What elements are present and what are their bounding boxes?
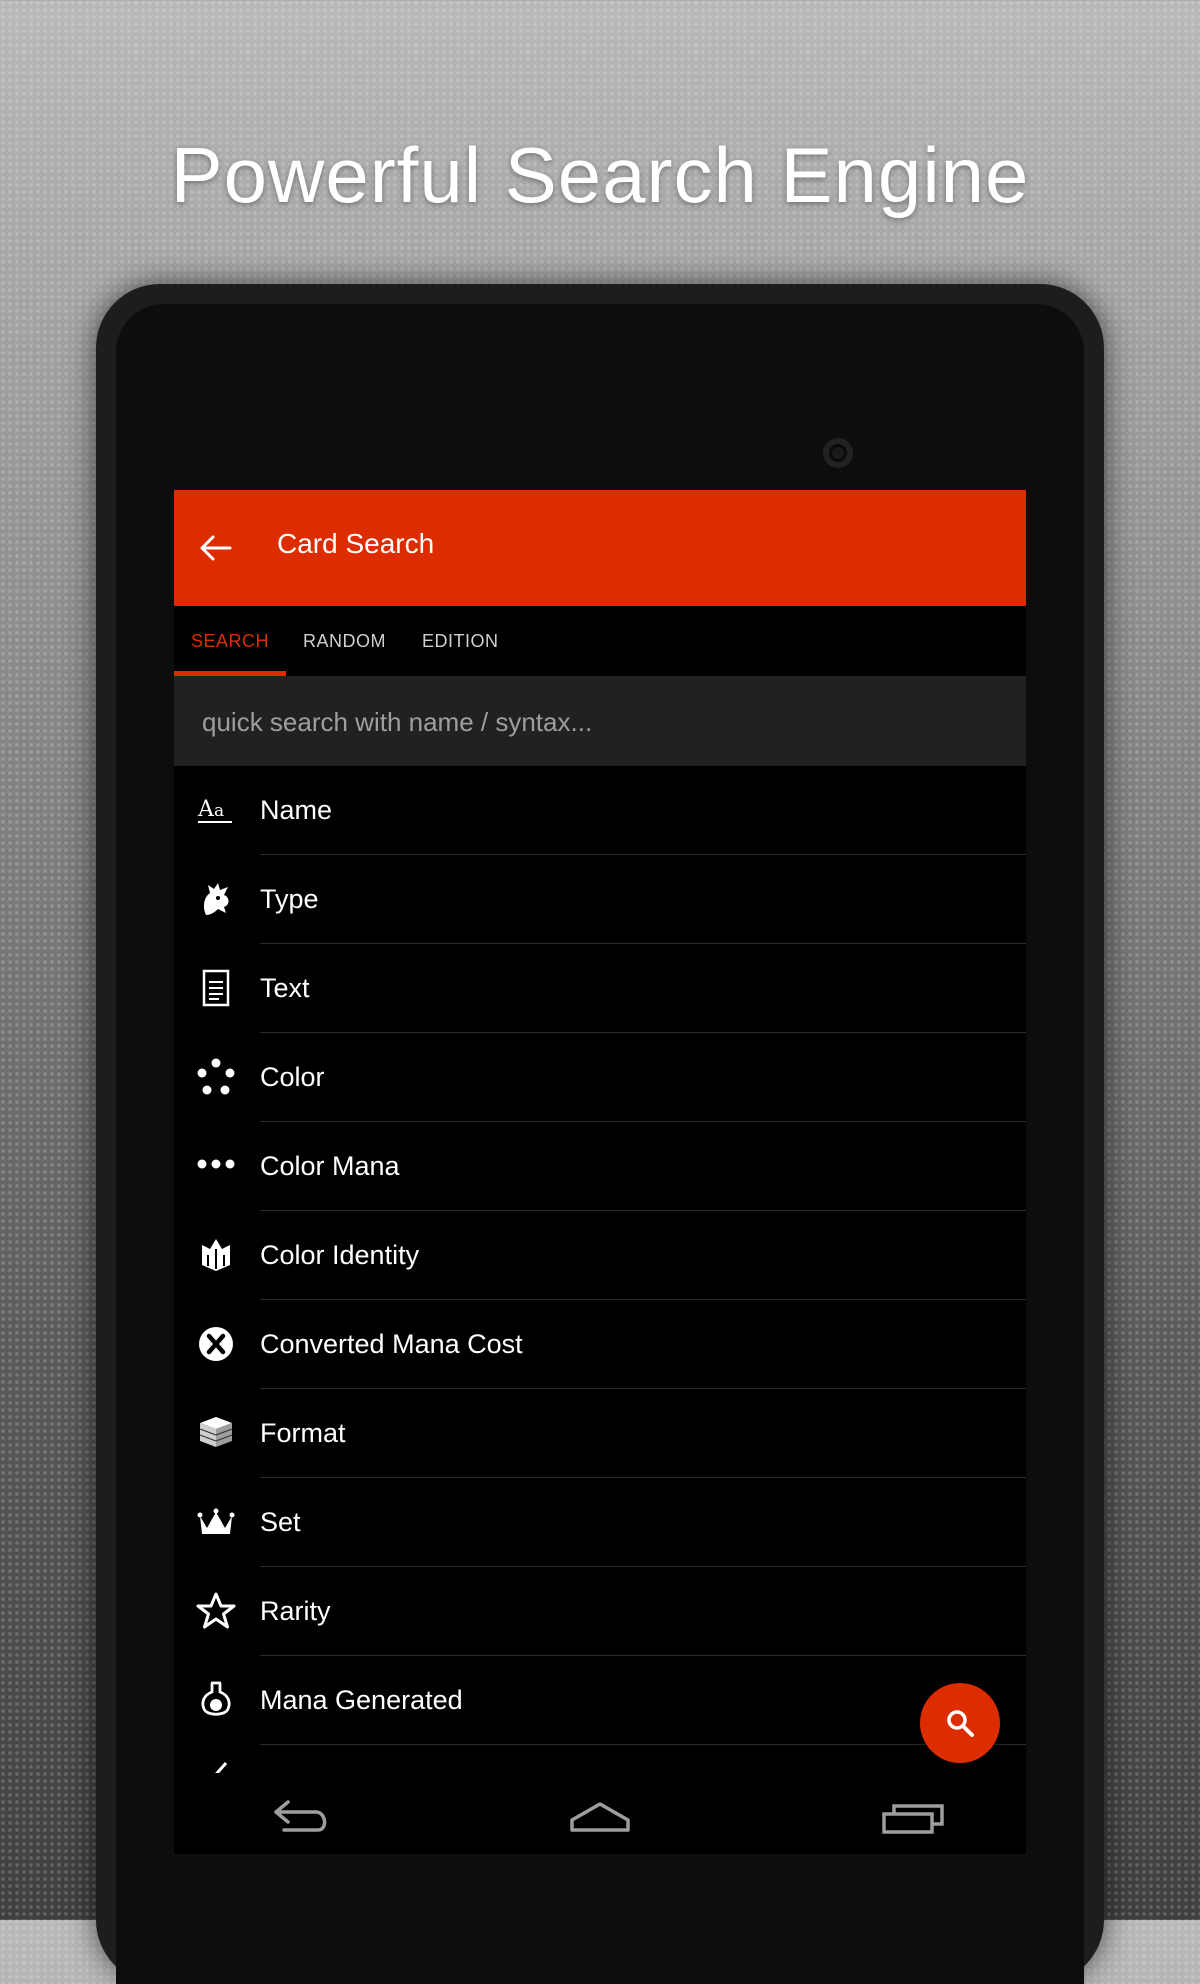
list-item-label: Format: [260, 1418, 346, 1448]
x-circle-icon: [199, 1327, 233, 1361]
list-item-rarity[interactable]: Rarity: [174, 1567, 1026, 1656]
dragon-icon: [203, 883, 229, 915]
quick-search-box: [174, 676, 1026, 768]
card-stack-icon: [199, 1417, 233, 1447]
nav-recents-icon[interactable]: [874, 1790, 954, 1846]
quick-search-input[interactable]: [200, 676, 1004, 768]
list-item-label: Name: [260, 795, 333, 825]
list-item-label: Color: [260, 1062, 325, 1092]
svg-text:A: A: [197, 797, 215, 822]
crown-icon: [197, 1508, 235, 1534]
list-item-color[interactable]: Color: [174, 1033, 1026, 1122]
list-item-mana-generated[interactable]: Mana Generated: [174, 1656, 1026, 1745]
five-dots-icon: [197, 1058, 235, 1095]
list-item-label: Color Mana: [260, 1151, 400, 1181]
list-item-label: Rarity: [260, 1596, 331, 1626]
nav-home-icon[interactable]: [560, 1790, 640, 1846]
search-icon: [947, 1710, 974, 1737]
app-bar: Card Search: [174, 490, 1026, 606]
svg-text:a: a: [214, 801, 224, 821]
back-arrow-icon[interactable]: [200, 534, 234, 562]
list-item-label: Color Identity: [260, 1240, 420, 1270]
list-item-converted-mana-cost[interactable]: Converted Mana Cost: [174, 1300, 1026, 1389]
list-item-color-mana[interactable]: Color Mana: [174, 1122, 1026, 1211]
quill-icon: [215, 1762, 228, 1773]
list-item-label: Mana Generated: [260, 1685, 463, 1715]
app-screen: Card Search SEARCH RANDOM EDITION A a Na…: [174, 490, 1026, 1854]
list-item-label: Set: [260, 1507, 301, 1537]
list-item-name[interactable]: A a Name: [174, 766, 1026, 855]
list-item-text[interactable]: Text: [174, 944, 1026, 1033]
tab-search[interactable]: SEARCH: [191, 606, 269, 676]
identity-icon: [202, 1239, 230, 1271]
three-dots-icon: [197, 1159, 235, 1169]
flask-icon: [201, 1681, 231, 1716]
tab-bar: SEARCH RANDOM EDITION: [174, 606, 1026, 676]
list-item-label: Text: [260, 973, 310, 1003]
list-item-format[interactable]: Format: [174, 1389, 1026, 1478]
list-item-label: Type: [260, 884, 319, 914]
nav-back-icon[interactable]: [262, 1790, 342, 1846]
search-fab-button[interactable]: [920, 1683, 1000, 1763]
page-title: Card Search: [277, 528, 435, 559]
list-item-type[interactable]: Type: [174, 855, 1026, 944]
promo-headline: Powerful Search Engine: [170, 131, 1030, 219]
list-item-partial[interactable]: [174, 1745, 1026, 1773]
camera-icon: [823, 438, 853, 468]
text-format-icon: A a: [197, 797, 232, 823]
tab-random[interactable]: RANDOM: [303, 606, 386, 676]
list-item-color-identity[interactable]: Color Identity: [174, 1211, 1026, 1300]
system-nav-bar: [174, 1780, 1026, 1854]
star-icon: [196, 1592, 236, 1629]
tab-edition[interactable]: EDITION: [422, 606, 499, 676]
document-icon: [202, 969, 230, 1007]
list-item-set[interactable]: Set: [174, 1478, 1026, 1567]
list-item-label: Converted Mana Cost: [260, 1329, 523, 1359]
